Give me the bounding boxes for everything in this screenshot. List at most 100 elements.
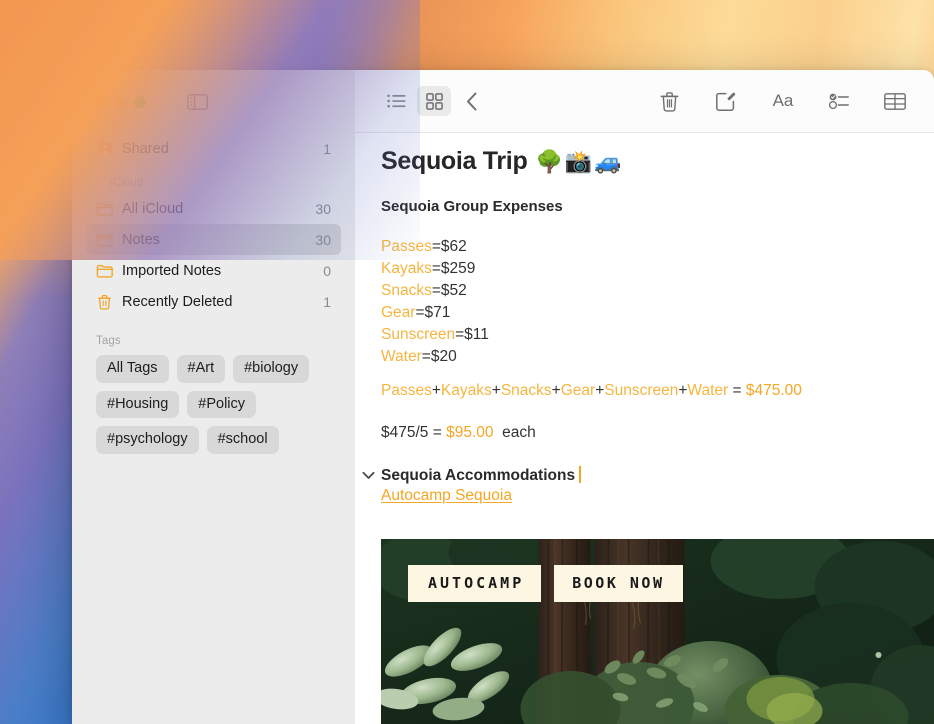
folder-icon (96, 231, 113, 248)
table-icon[interactable] (878, 86, 912, 116)
autocamp-link[interactable]: Autocamp Sequoia (381, 487, 512, 505)
expense-row: Water=$20 (381, 346, 910, 368)
format-aa-icon[interactable]: Aa (766, 86, 800, 116)
sidebar-item-imported-notes[interactable]: Imported Notes 0 (86, 255, 341, 286)
tag-art[interactable]: #Art (176, 355, 226, 383)
note-toolbar: Aa (355, 70, 934, 133)
tag-policy[interactable]: #Policy (187, 390, 257, 419)
trash-icon (96, 293, 113, 310)
sum-term: Gear (560, 382, 596, 399)
checklist-icon[interactable] (822, 86, 856, 116)
notes-window: Shared 1 iCloud All iCloud 30 Notes 30 I… (72, 70, 934, 724)
expense-equals: = (431, 282, 441, 299)
expense-equals: = (431, 238, 441, 255)
tag-biology[interactable]: #biology (233, 355, 310, 383)
gallery-view-button[interactable] (417, 86, 451, 116)
expense-equals: = (455, 326, 465, 343)
folder-icon (96, 262, 113, 279)
collapsible-section-header[interactable]: Sequoia Accommodations (361, 466, 910, 485)
note-actions-group (652, 86, 742, 116)
desktop-wallpaper: Shared 1 iCloud All iCloud 30 Notes 30 I… (0, 0, 934, 724)
expense-name: Water (381, 348, 422, 365)
expense-row: Gear=$71 (381, 302, 910, 324)
sidebar-item-count: 0 (323, 262, 331, 279)
expense-value: $52 (440, 282, 467, 299)
sidebar-group-tags-label: Tags (96, 335, 121, 347)
zoom-button[interactable] (134, 95, 146, 108)
delete-note-button[interactable] (652, 86, 686, 116)
back-button[interactable] (455, 86, 489, 116)
expense-row: Snacks=$52 (381, 280, 910, 302)
shared-person-icon (96, 140, 113, 157)
sidebar-item-notes[interactable]: Notes 30 (86, 224, 341, 255)
per-person-equals: = (432, 424, 442, 441)
sum-operator: + (551, 382, 561, 399)
expense-value: $71 (424, 304, 451, 321)
expense-row: Kayaks=$259 (381, 258, 910, 280)
expense-name: Passes (381, 238, 432, 255)
chevron-down-icon[interactable] (361, 471, 375, 480)
expense-row: Passes=$62 (381, 236, 910, 258)
per-person-suffix: each (502, 424, 536, 441)
expense-row: Sunscreen=$11 (381, 324, 910, 346)
sidebar-item-shared[interactable]: Shared 1 (86, 133, 341, 164)
sum-operator: + (491, 382, 501, 399)
format-aa-label: Aa (772, 91, 794, 110)
expense-value: $62 (440, 238, 467, 255)
sidebar-item-count: 30 (315, 231, 331, 248)
sum-operator: + (431, 382, 441, 399)
note-title: Sequoia Trip 🌳📸🚙 (381, 147, 910, 176)
sidebar-item-recently-deleted[interactable]: Recently Deleted 1 (86, 286, 341, 317)
sum-term: Passes (381, 382, 432, 399)
sidebar-item-label: Imported Notes (122, 262, 222, 279)
sidebar-toggle-icon[interactable] (186, 93, 208, 110)
sum-term: Water (687, 382, 729, 399)
note-content[interactable]: Sequoia Trip 🌳📸🚙 Sequoia Group Expenses … (355, 133, 934, 724)
minimize-button[interactable] (114, 95, 126, 108)
expense-value: $11 (464, 326, 489, 343)
text-cursor (579, 466, 582, 483)
sum-result: $475.00 (745, 382, 802, 399)
window-titlebar (72, 70, 355, 133)
sidebar-item-label: Recently Deleted (122, 293, 233, 310)
per-person-result: $95.00 (446, 424, 494, 441)
format-tools-group: Aa (766, 86, 912, 116)
view-mode-group (379, 86, 489, 116)
sum-line: Passes+Kayaks+Snacks+Gear+Sunscreen+Wate… (381, 380, 910, 402)
sidebar-item-count: 30 (315, 200, 331, 217)
sidebar-group-icloud-label: iCloud (110, 177, 144, 189)
sum-term: Kayaks (440, 382, 492, 399)
expense-value: $259 (440, 260, 476, 277)
section-heading-text: Sequoia Accommodations (381, 467, 576, 484)
new-note-button[interactable] (708, 86, 742, 116)
sum-term: Snacks (500, 382, 552, 399)
autocamp-label: AUTOCAMP (408, 565, 542, 602)
list-view-button[interactable] (379, 86, 413, 116)
close-button[interactable] (94, 95, 106, 108)
tag-all-tags[interactable]: All Tags (96, 355, 169, 383)
per-person-expression: $475/5 (381, 424, 429, 441)
sidebar-item-count: 1 (323, 293, 331, 310)
tag-housing[interactable]: #Housing (96, 390, 180, 419)
sum-equals: = (732, 382, 742, 399)
expense-equals: = (415, 304, 425, 321)
expense-equals: = (431, 260, 441, 277)
photo-overlay-labels: AUTOCAMP BOOK NOW (408, 565, 683, 602)
expense-name: Kayaks (381, 260, 432, 277)
expense-name: Snacks (381, 282, 432, 299)
sum-operator: + (595, 382, 605, 399)
redwood-forest-photo[interactable]: AUTOCAMP BOOK NOW (381, 539, 934, 724)
sidebar-item-all-icloud[interactable]: All iCloud 30 (86, 193, 341, 224)
folder-icon (96, 200, 113, 217)
note-title-emojis: 🌳📸🚙 (535, 149, 624, 174)
note-title-text: Sequoia Trip (381, 147, 528, 175)
tag-school[interactable]: #school (206, 426, 279, 455)
expense-name: Sunscreen (381, 326, 456, 343)
sidebar-item-label: Shared (122, 140, 169, 157)
tags-list: All Tags #Art #biology #Housing #Policy … (72, 351, 355, 455)
book-now-label: BOOK NOW (554, 565, 683, 602)
note-subtitle: Sequoia Group Expenses (381, 198, 563, 215)
expense-value: $20 (430, 348, 457, 365)
tag-psychology[interactable]: #psychology (96, 426, 199, 455)
sidebar-item-label: Notes (122, 231, 160, 248)
